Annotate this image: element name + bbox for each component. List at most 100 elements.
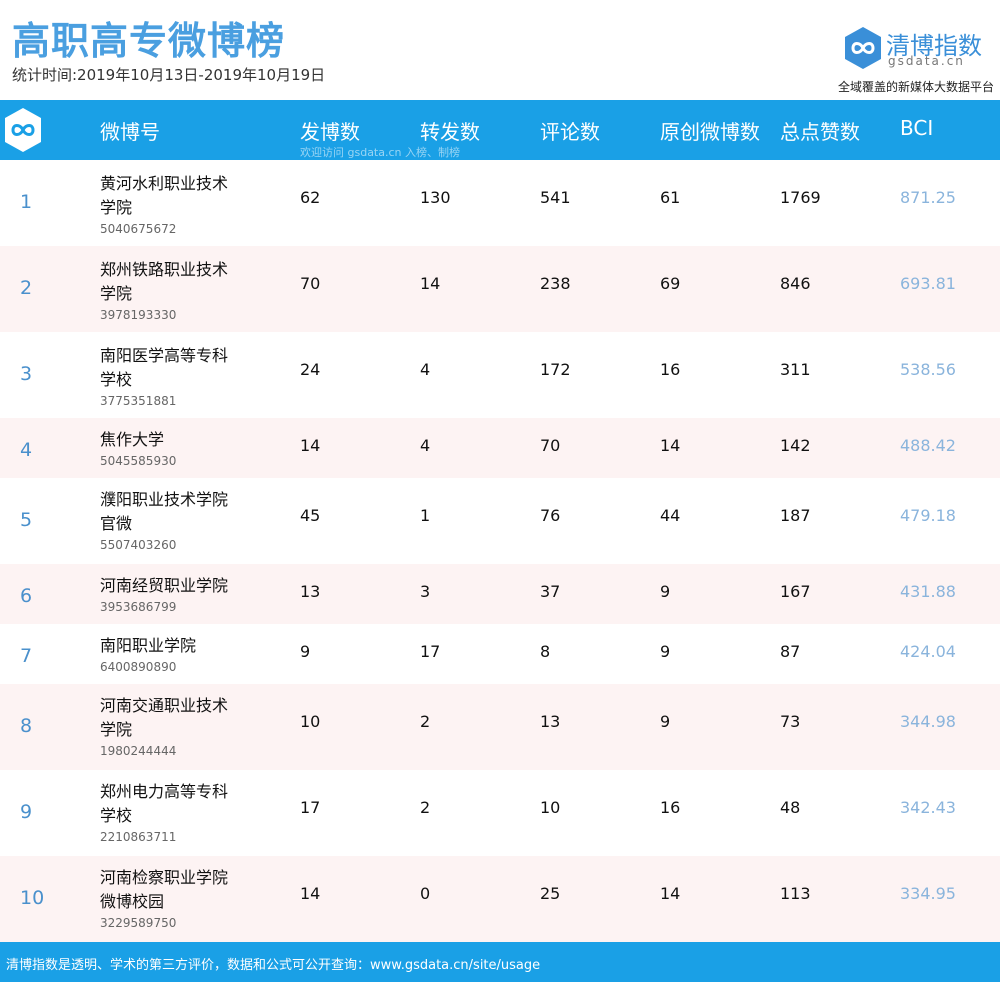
original-value: 16 [660,798,681,817]
reposts-value: 2 [420,798,431,817]
header-likes[interactable]: 总点赞数 [780,116,860,145]
comments-value: 8 [540,642,551,661]
comments-value: 541 [540,188,571,207]
account-cell: 黄河水利职业技术 学院 5040675672 [100,172,270,236]
likes-value: 1769 [780,188,821,207]
likes-value: 113 [780,884,811,903]
stat-period: 统计时间:2019年10月13日-2019年10月19日 [12,66,326,84]
header-original[interactable]: 原创微博数 [660,116,760,145]
bci-value: 424.04 [900,642,956,661]
account-id: 2210863711 [100,830,177,844]
comments-value: 25 [540,884,561,903]
header-note: 欢迎访问 gsdata.cn 入榜、制榜 [300,146,460,159]
table-row[interactable]: 4 焦作大学 5045585930 14 4 70 14 142 488.42 [0,418,1000,478]
likes-value: 142 [780,436,811,455]
account-name[interactable]: 黄河水利职业技术 学院 [100,172,270,220]
rank: 10 [20,887,45,909]
rank: 2 [20,277,33,299]
reposts-value: 1 [420,506,431,525]
posts-value: 9 [300,642,311,661]
posts-value: 62 [300,188,321,207]
original-value: 9 [660,642,671,661]
table-row[interactable]: 2 郑州铁路职业技术 学院 3978193330 70 14 238 69 846… [0,246,1000,332]
account-name[interactable]: 南阳职业学院 [100,634,270,658]
infinity-hexagon-icon [5,108,41,152]
account-cell: 郑州电力高等专科 学校 2210863711 [100,780,270,844]
likes-value: 846 [780,274,811,293]
original-value: 44 [660,506,681,525]
reposts-value: 17 [420,642,441,661]
rank: 7 [20,645,33,667]
likes-value: 73 [780,712,801,731]
account-cell: 南阳医学高等专科 学校 3775351881 [100,344,270,408]
original-value: 16 [660,360,681,379]
comments-value: 37 [540,582,561,601]
table-row[interactable]: 10 河南检察职业学院 微博校园 3229589750 14 0 25 14 11… [0,856,1000,942]
account-id: 3229589750 [100,916,177,930]
account-name[interactable]: 河南检察职业学院 微博校园 [100,866,270,914]
account-cell: 焦作大学 5045585930 [100,428,270,468]
header-reposts[interactable]: 转发数 [420,116,480,145]
comments-value: 238 [540,274,571,293]
bci-value: 479.18 [900,506,956,525]
table-row[interactable]: 7 南阳职业学院 6400890890 9 17 8 9 87 424.04 [0,624,1000,684]
original-value: 69 [660,274,681,293]
reposts-value: 14 [420,274,441,293]
table-row[interactable]: 1 黄河水利职业技术 学院 5040675672 62 130 541 61 17… [0,160,1000,246]
comments-value: 13 [540,712,561,731]
likes-value: 87 [780,642,801,661]
posts-value: 45 [300,506,321,525]
bci-value: 488.42 [900,436,956,455]
account-id: 6400890890 [100,660,177,674]
comments-value: 172 [540,360,571,379]
header-bci[interactable]: BCI [900,116,933,140]
table-row[interactable]: 5 濮阳职业技术学院 官微 5507403260 45 1 76 44 187 4… [0,478,1000,564]
original-value: 61 [660,188,681,207]
posts-value: 14 [300,884,321,903]
account-cell: 南阳职业学院 6400890890 [100,634,270,674]
account-name[interactable]: 河南经贸职业学院 [100,574,270,598]
header-account[interactable]: 微博号 [100,116,160,145]
account-cell: 濮阳职业技术学院 官微 5507403260 [100,488,270,552]
bci-value: 334.95 [900,884,956,903]
header-comments[interactable]: 评论数 [540,116,600,145]
rank: 3 [20,363,33,385]
account-cell: 河南经贸职业学院 3953686799 [100,574,270,614]
table-row[interactable]: 3 南阳医学高等专科 学校 3775351881 24 4 172 16 311 … [0,332,1000,418]
account-name[interactable]: 河南交通职业技术 学院 [100,694,270,742]
bci-value: 431.88 [900,582,956,601]
posts-value: 70 [300,274,321,293]
likes-value: 167 [780,582,811,601]
posts-value: 10 [300,712,321,731]
account-name[interactable]: 郑州电力高等专科 学校 [100,780,270,828]
comments-value: 10 [540,798,561,817]
brand-slogan: 全域覆盖的新媒体大数据平台 [837,80,994,94]
account-id: 5040675672 [100,222,177,236]
account-id: 5507403260 [100,538,177,552]
footer-text[interactable]: 清博指数是透明、学术的第三方评价，数据和公式可公开查询：www.gsdata.c… [6,954,540,973]
rank: 8 [20,715,33,737]
bci-value: 538.56 [900,360,956,379]
reposts-value: 0 [420,884,431,903]
reposts-value: 3 [420,582,431,601]
table-row[interactable]: 8 河南交通职业技术 学院 1980244444 10 2 13 9 73 344… [0,684,1000,770]
original-value: 9 [660,712,671,731]
account-name[interactable]: 焦作大学 [100,428,270,452]
account-name[interactable]: 濮阳职业技术学院 官微 [100,488,270,536]
posts-value: 14 [300,436,321,455]
account-id: 3953686799 [100,600,177,614]
bci-value: 693.81 [900,274,956,293]
table-row[interactable]: 6 河南经贸职业学院 3953686799 13 3 37 9 167 431.… [0,564,1000,624]
bci-value: 342.43 [900,798,956,817]
brand-logo[interactable]: 清博指数 gsdata.cn 全域覆盖的新媒体大数据平台 [834,26,994,96]
comments-value: 76 [540,506,561,525]
reposts-value: 130 [420,188,451,207]
account-name[interactable]: 郑州铁路职业技术 学院 [100,258,270,306]
rank: 1 [20,191,33,213]
account-cell: 郑州铁路职业技术 学院 3978193330 [100,258,270,322]
rank: 9 [20,801,33,823]
table-row[interactable]: 9 郑州电力高等专科 学校 2210863711 17 2 10 16 48 34… [0,770,1000,856]
comments-value: 70 [540,436,561,455]
account-name[interactable]: 南阳医学高等专科 学校 [100,344,270,392]
header-posts[interactable]: 发博数 [300,116,360,145]
